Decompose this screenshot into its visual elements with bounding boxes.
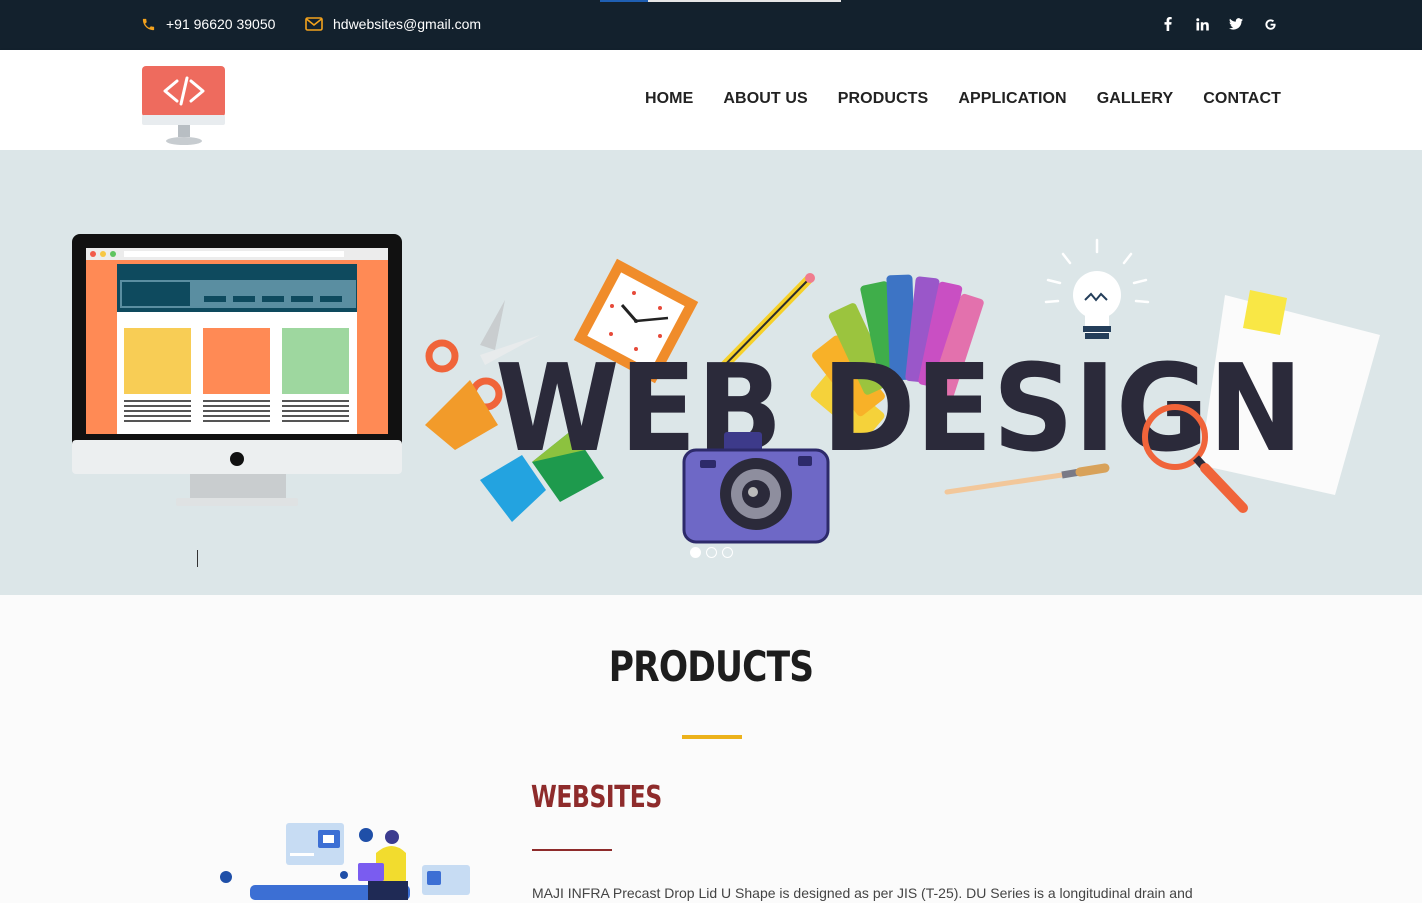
products-underline <box>682 735 742 739</box>
nav-products[interactable]: PRODUCTS <box>838 90 929 108</box>
web-design-illustration: WEB DESIGN <box>72 234 1380 544</box>
twitter-icon[interactable] <box>1228 15 1244 33</box>
envelope-icon <box>305 17 323 31</box>
linkedin-icon[interactable] <box>1194 15 1210 33</box>
phone-contact[interactable]: +91 96620 39050 <box>141 14 275 34</box>
scroll-indicator <box>600 0 841 2</box>
site-header: HOME ABOUT US PRODUCTS APPLICATION GALLE… <box>0 50 1422 150</box>
websites-underline <box>532 849 612 851</box>
site-logo[interactable] <box>141 65 227 147</box>
email-address: hdwebsites@gmail.com <box>333 16 482 32</box>
phone-icon <box>142 18 155 30</box>
websites-heading: WEBSITES <box>531 780 662 815</box>
google-icon[interactable] <box>1262 15 1278 33</box>
camera-illustration <box>682 432 830 544</box>
nav-about-us[interactable]: ABOUT US <box>723 90 807 108</box>
text-cursor <box>197 550 198 567</box>
slider-dot-1[interactable] <box>690 547 701 558</box>
products-heading: PRODUCTS <box>608 642 814 691</box>
top-contact-bar: +91 96620 39050 hdwebsites@gmail.com <box>0 0 1422 50</box>
hero-slider[interactable]: WEB DESIGN <box>0 150 1422 595</box>
nav-gallery[interactable]: GALLERY <box>1097 90 1174 108</box>
lightbulb-illustration <box>1044 238 1150 339</box>
nav-contact[interactable]: CONTACT <box>1203 90 1281 108</box>
nav-home[interactable]: HOME <box>645 90 693 108</box>
nav-application[interactable]: APPLICATION <box>958 90 1066 108</box>
phone-number: +91 96620 39050 <box>166 16 276 32</box>
email-contact[interactable]: hdwebsites@gmail.com <box>305 14 481 34</box>
websites-description: MAJI INFRA Precast Drop Lid U Shape is d… <box>532 885 1193 901</box>
slider-dot-3[interactable] <box>722 547 733 558</box>
slider-dot-2[interactable] <box>706 547 717 558</box>
facebook-icon[interactable] <box>1160 15 1176 33</box>
main-nav: HOME ABOUT US PRODUCTS APPLICATION GALLE… <box>645 90 1281 108</box>
slider-pagination <box>690 547 733 558</box>
websites-illustration <box>220 823 470 900</box>
monitor-illustration <box>72 234 402 506</box>
